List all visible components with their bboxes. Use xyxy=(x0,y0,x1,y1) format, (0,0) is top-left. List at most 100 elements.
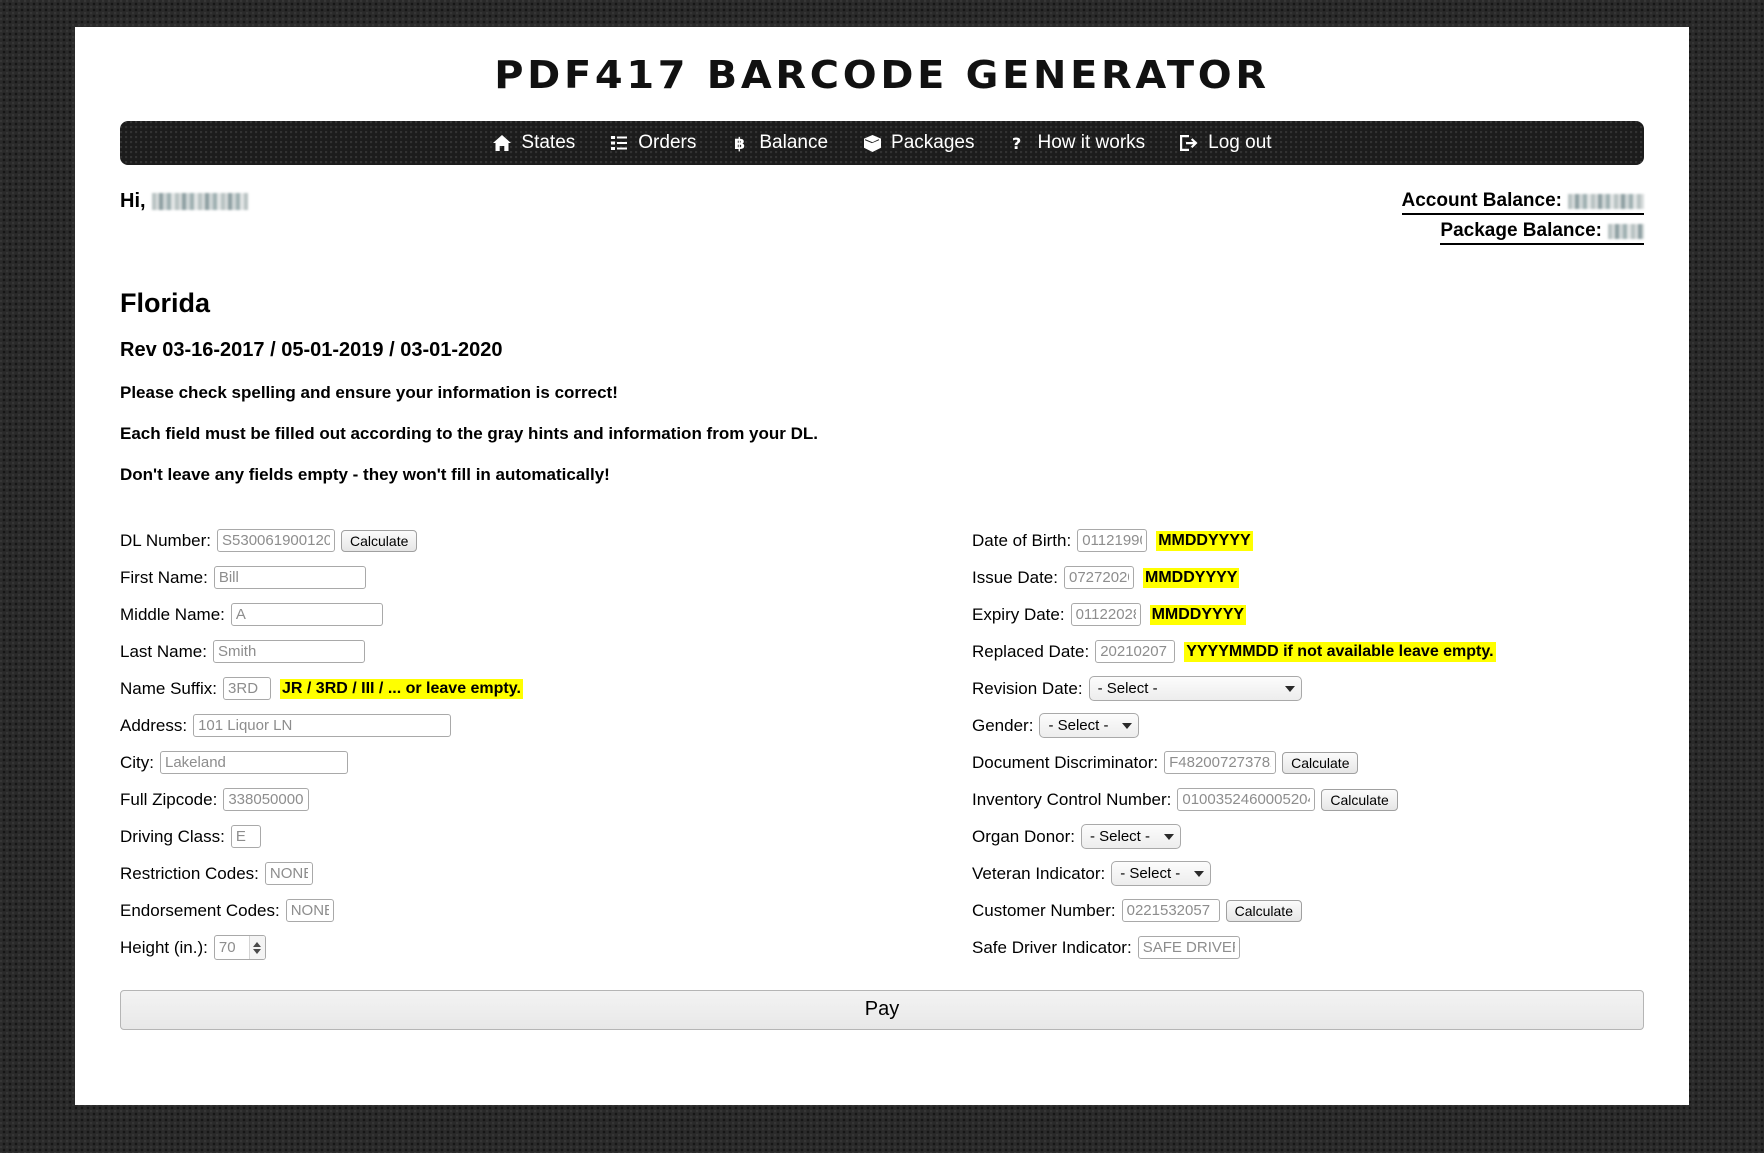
svg-text:฿: ฿ xyxy=(734,135,745,152)
stepper-arrows-icon[interactable] xyxy=(248,936,265,959)
label-issue-date: Issue Date: xyxy=(972,567,1058,587)
form-row-city: City: xyxy=(120,744,882,781)
form-row-restriction-codes: Restriction Codes: xyxy=(120,855,882,892)
full-zipcode-input[interactable] xyxy=(223,788,310,811)
issue-date-hint: MMDDYYYY xyxy=(1143,567,1240,588)
nav-item-log-out[interactable]: Log out xyxy=(1179,132,1272,154)
form-row-gender: Gender: - Select - xyxy=(972,707,1644,744)
account-balance-line[interactable]: Account Balance: xyxy=(1401,190,1644,215)
name-suffix-input[interactable] xyxy=(223,677,272,700)
home-icon xyxy=(492,133,512,153)
nav-item-packages[interactable]: Packages xyxy=(862,132,974,154)
replaced-date-input[interactable] xyxy=(1095,640,1176,663)
driving-class-input[interactable] xyxy=(230,825,261,848)
last-name-input[interactable] xyxy=(212,640,365,663)
svg-text:?: ? xyxy=(1012,135,1021,152)
height-value: 70 xyxy=(218,939,236,956)
balances: Account Balance: Package Balance: xyxy=(1401,190,1644,250)
main-navigation: States Orders ฿ Balance Packages? How it work… xyxy=(120,121,1644,165)
organ-donor-select[interactable]: - Select - xyxy=(1081,824,1182,849)
username-redacted xyxy=(151,193,248,210)
nav-item-balance[interactable]: ฿ Balance xyxy=(730,132,828,154)
form-row-address: Address: xyxy=(120,707,882,744)
revision-subtitle: Rev 03-16-2017 / 05-01-2019 / 03-01-2020 xyxy=(120,339,503,361)
form-row-document-discriminator: Document Discriminator: Calculate xyxy=(972,744,1644,781)
pay-button[interactable]: Pay xyxy=(120,990,1644,1030)
dl-number-calculate-button[interactable]: Calculate xyxy=(341,529,418,552)
revision-date-select[interactable]: - Select - xyxy=(1088,676,1302,701)
replaced-date-hint: YYYYMMDD if not available leave empty. xyxy=(1184,641,1496,662)
label-first-name: First Name: xyxy=(120,567,208,587)
label-date-of-birth: Date of Birth: xyxy=(972,530,1072,550)
note-1: Please check spelling and ensure your in… xyxy=(120,383,618,402)
gender-select[interactable]: - Select - xyxy=(1039,713,1140,738)
navigation-wrapper: States Orders ฿ Balance Packages? How it work… xyxy=(75,121,1689,165)
chevron-down-icon xyxy=(1122,722,1133,729)
form-row-expiry-date: Expiry Date: MMDDYYYY xyxy=(972,596,1644,633)
middle-name-input[interactable] xyxy=(230,603,383,626)
label-revision-date: Revision Date: xyxy=(972,678,1083,698)
form-row-issue-date: Issue Date: MMDDYYYY xyxy=(972,559,1644,596)
safe-driver-indicator-input[interactable] xyxy=(1137,936,1240,959)
document-discriminator-calculate-button[interactable]: Calculate xyxy=(1282,751,1359,774)
inventory-control-number-calculate-button[interactable]: Calculate xyxy=(1321,788,1398,811)
label-height: Height (in.): xyxy=(120,937,208,957)
label-inventory-control-number: Inventory Control Number: xyxy=(972,789,1172,809)
form-row-organ-donor: Organ Donor: - Select - xyxy=(972,818,1644,855)
account-row: Hi, Account Balance: Package Balance: xyxy=(120,165,1644,262)
package-balance-value-redacted xyxy=(1608,223,1644,239)
organ-donor-selected-value: - Select - xyxy=(1090,828,1151,845)
nav-item-label: How it works xyxy=(1037,132,1146,153)
note-3: Don't leave any fields empty - they won'… xyxy=(120,465,610,484)
nav-item-states[interactable]: States xyxy=(492,132,575,154)
nav-item-label: Log out xyxy=(1208,132,1272,153)
address-input[interactable] xyxy=(193,714,452,737)
form-row-middle-name: Middle Name: xyxy=(120,596,882,633)
form-column-left: DL Number: Calculate First Name: Middle Nam… xyxy=(120,522,882,966)
veteran-indicator-select[interactable]: - Select - xyxy=(1111,861,1212,886)
issue-date-input[interactable] xyxy=(1064,566,1134,589)
label-restriction-codes: Restriction Codes: xyxy=(120,863,259,883)
form-row-height: Height (in.): 70 xyxy=(120,929,882,966)
package-balance-line[interactable]: Package Balance: xyxy=(1440,220,1644,245)
form-row-full-zipcode: Full Zipcode: xyxy=(120,781,882,818)
date-of-birth-input[interactable] xyxy=(1077,529,1148,552)
nav-item-label: States xyxy=(521,132,576,153)
form-column-right: Date of Birth: MMDDYYYY Issue Date: MMDDYYY… xyxy=(882,522,1644,966)
label-driving-class: Driving Class: xyxy=(120,826,225,846)
form-row-last-name: Last Name: xyxy=(120,633,882,670)
dl-form: DL Number: Calculate First Name: Middle Nam… xyxy=(120,522,1644,966)
height-stepper[interactable]: 70 xyxy=(213,935,266,960)
expiry-date-input[interactable] xyxy=(1070,603,1141,626)
dl-number-input[interactable] xyxy=(217,529,336,552)
package-balance-label: Package Balance: xyxy=(1440,220,1602,241)
form-row-customer-number: Customer Number: Calculate xyxy=(972,892,1644,929)
nav-item-label: Packages xyxy=(891,132,975,153)
label-dl-number: DL Number: xyxy=(120,530,212,550)
form-row-veteran-indicator: Veteran Indicator: - Select - xyxy=(972,855,1644,892)
document-discriminator-input[interactable] xyxy=(1164,751,1277,774)
customer-number-input[interactable] xyxy=(1121,899,1220,922)
inventory-control-number-input[interactable] xyxy=(1177,788,1316,811)
label-address: Address: xyxy=(120,715,188,735)
chevron-down-icon xyxy=(1194,870,1205,877)
restriction-codes-input[interactable] xyxy=(264,862,313,885)
city-input[interactable] xyxy=(160,751,348,774)
first-name-input[interactable] xyxy=(213,566,366,589)
nav-item-how-it-works[interactable]: ? How it works xyxy=(1008,132,1145,154)
label-expiry-date: Expiry Date: xyxy=(972,604,1065,624)
revision-date-selected-value: - Select - xyxy=(1097,680,1158,697)
endorsement-codes-input[interactable] xyxy=(285,899,334,922)
nav-item-orders[interactable]: Orders xyxy=(609,132,696,154)
label-veteran-indicator: Veteran Indicator: xyxy=(972,863,1106,883)
page-content: Florida Rev 03-16-2017 / 05-01-2019 / 03… xyxy=(75,288,1689,966)
form-row-dl-number: DL Number: Calculate xyxy=(120,522,882,559)
customer-number-calculate-button[interactable]: Calculate xyxy=(1225,899,1302,922)
label-middle-name: Middle Name: xyxy=(120,604,225,624)
form-row-replaced-date: Replaced Date: YYYYMMDD if not available … xyxy=(972,633,1644,670)
form-row-first-name: First Name: xyxy=(120,559,882,596)
note-2: Each field must be filled out according … xyxy=(120,424,818,443)
page-sheet: PDF417 BARCODE GENERATOR States Orders ฿ Ba… xyxy=(75,27,1689,1105)
greeting-text: Hi, xyxy=(120,190,146,212)
label-safe-driver-indicator: Safe Driver Indicator: xyxy=(972,937,1132,957)
